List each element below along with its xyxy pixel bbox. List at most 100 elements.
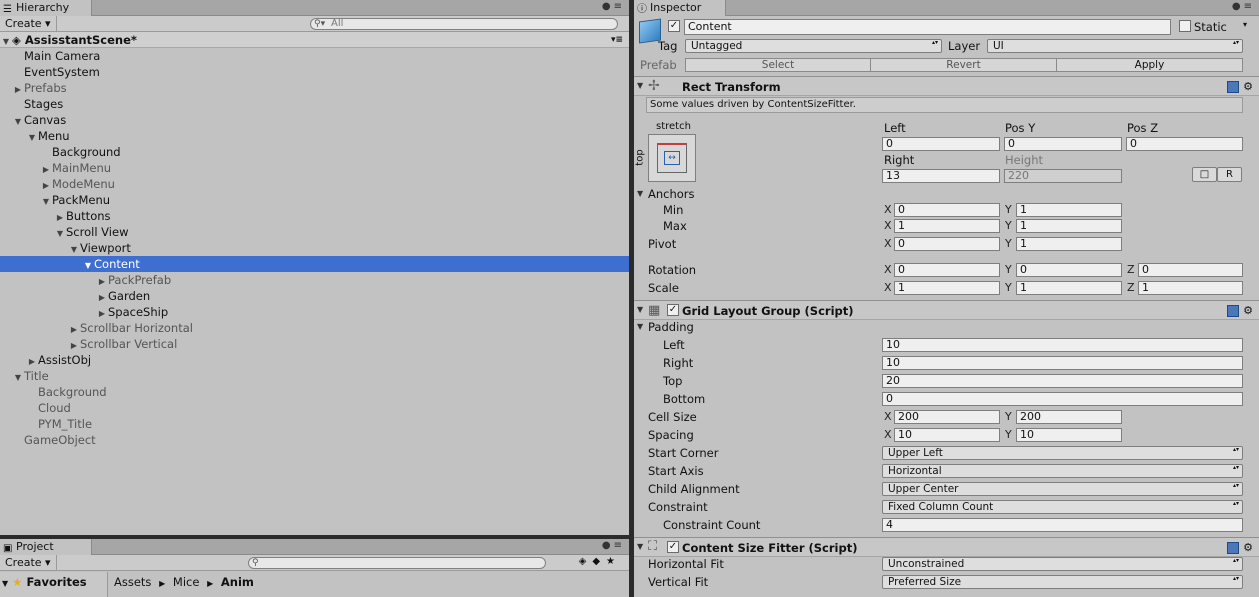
scene-menu-icon[interactable]: ▾≡ xyxy=(611,32,623,48)
right-field[interactable]: 13 xyxy=(882,169,1000,183)
rotation-y-field[interactable]: 0 xyxy=(1016,263,1122,277)
anchor-max-x-field[interactable]: 1 xyxy=(894,219,1000,233)
favorites-item[interactable]: ▼ ★ Favorites xyxy=(2,574,87,592)
hierarchy-item[interactable]: PYM_Title xyxy=(0,416,629,432)
blueprint-button[interactable]: □ xyxy=(1192,167,1217,182)
padding-left-field[interactable]: 10 xyxy=(882,338,1243,352)
raw-edit-button[interactable]: R xyxy=(1217,167,1242,182)
spacing-x-field[interactable]: 10 xyxy=(894,428,1000,442)
hierarchy-item-label: Prefabs xyxy=(24,81,67,95)
horizontal-fit-dropdown[interactable]: Unconstrained xyxy=(882,557,1243,571)
constraint-dropdown[interactable]: Fixed Column Count xyxy=(882,500,1243,514)
breadcrumb-item[interactable]: Assets xyxy=(114,575,151,589)
hierarchy-item[interactable]: Main Camera xyxy=(0,48,629,64)
anchor-preset-button[interactable]: ↔ xyxy=(648,134,696,182)
project-tab[interactable]: ▣ Project xyxy=(0,539,92,555)
child-alignment-dropdown[interactable]: Upper Center xyxy=(882,482,1243,496)
start-axis-dropdown[interactable]: Horizontal xyxy=(882,464,1243,478)
hierarchy-item[interactable]: GameObject xyxy=(0,432,629,448)
hierarchy-item[interactable]: ▶ MainMenu xyxy=(0,160,629,176)
hierarchy-tab[interactable]: ☰ Hierarchy xyxy=(0,0,92,16)
layer-label: Layer xyxy=(948,39,981,53)
posz-field[interactable]: 0 xyxy=(1126,137,1243,151)
prefab-revert-button[interactable]: Revert xyxy=(870,58,1057,72)
prefab-apply-button[interactable]: Apply xyxy=(1056,58,1243,72)
cell-size-y-field[interactable]: 200 xyxy=(1016,410,1122,424)
chevron-down-icon[interactable]: ▼ xyxy=(637,185,643,203)
vertical-fit-dropdown[interactable]: Preferred Size xyxy=(882,575,1243,589)
rotation-z-field[interactable]: 0 xyxy=(1138,263,1243,277)
hierarchy-item[interactable]: Cloud xyxy=(0,400,629,416)
static-checkbox[interactable] xyxy=(1179,20,1191,32)
hierarchy-item[interactable]: ▶ Scrollbar Vertical xyxy=(0,336,629,352)
hierarchy-item[interactable]: ▶ SpaceShip xyxy=(0,304,629,320)
active-checkbox[interactable]: ✓ xyxy=(668,20,680,32)
padding-bottom-field[interactable]: 0 xyxy=(882,392,1243,406)
rect-transform-header[interactable]: ▼ ✢ Rect Transform ⚙ xyxy=(634,76,1259,96)
chevron-down-icon[interactable]: ▼ xyxy=(637,318,643,336)
pivot-x-field[interactable]: 0 xyxy=(894,237,1000,251)
hierarchy-item[interactable]: EventSystem xyxy=(0,64,629,80)
breadcrumb-item[interactable]: Anim xyxy=(221,575,254,589)
grid-layout-header[interactable]: ▼ ▦ ✓ Grid Layout Group (Script) ⚙ xyxy=(634,300,1259,320)
filter-icons[interactable]: ◈◆★ xyxy=(579,556,621,567)
hierarchy-item[interactable]: ▼ Canvas xyxy=(0,112,629,128)
cell-size-x-field[interactable]: 200 xyxy=(894,410,1000,424)
hierarchy-search-input[interactable]: ⚲▾ All xyxy=(310,18,618,30)
component-help-gear-icons[interactable]: ⚙ xyxy=(1227,304,1253,317)
breadcrumb: Assets ▶ Mice ▶ Anim xyxy=(114,574,254,592)
tag-dropdown[interactable]: Untagged xyxy=(685,39,942,53)
hierarchy-item-label: ModeMenu xyxy=(52,177,115,191)
scene-row[interactable]: ▼ ◈ AssisstantScene* ▾≡ xyxy=(0,32,629,48)
panel-lock-menu-icon[interactable]: ●≡ xyxy=(1232,1,1255,12)
padding-top-field[interactable]: 20 xyxy=(882,374,1243,388)
anchor-max-y-field[interactable]: 1 xyxy=(1016,219,1122,233)
left-field[interactable]: 0 xyxy=(882,137,1000,151)
breadcrumb-item[interactable]: Mice xyxy=(173,575,200,589)
hierarchy-item[interactable]: Stages xyxy=(0,96,629,112)
hierarchy-item[interactable]: ▶ Garden xyxy=(0,288,629,304)
grid-layout-enabled-checkbox[interactable]: ✓ xyxy=(667,304,679,316)
prefab-select-button[interactable]: Select xyxy=(685,58,871,72)
inspector-tab[interactable]: ⓘ Inspector xyxy=(634,0,726,16)
hierarchy-item[interactable]: ▶ Prefabs xyxy=(0,80,629,96)
hierarchy-item[interactable]: Background xyxy=(0,384,629,400)
hierarchy-item[interactable]: ▶ Buttons xyxy=(0,208,629,224)
project-search-input[interactable]: ⚲ xyxy=(248,557,546,569)
anchor-min-y-field[interactable]: 1 xyxy=(1016,203,1122,217)
hierarchy-item[interactable]: ▶ PackPrefab xyxy=(0,272,629,288)
hierarchy-item[interactable]: ▶ AssistObj xyxy=(0,352,629,368)
panel-lock-menu-icon[interactable]: ●≡ xyxy=(602,540,625,551)
content-size-fitter-header[interactable]: ▼ ⛶ ✓ Content Size Fitter (Script) ⚙ xyxy=(634,537,1259,557)
static-dropdown-icon[interactable]: ▾ xyxy=(1243,20,1247,29)
hierarchy-item[interactable]: ▶ Scrollbar Horizontal xyxy=(0,320,629,336)
hierarchy-item[interactable]: ▼ Menu xyxy=(0,128,629,144)
padding-right-field[interactable]: 10 xyxy=(882,356,1243,370)
hierarchy-item[interactable]: ▼ Title xyxy=(0,368,629,384)
object-name-field[interactable]: Content xyxy=(684,19,1171,35)
project-create-button[interactable]: Create ▾ xyxy=(0,555,57,570)
scale-z-field[interactable]: 1 xyxy=(1138,281,1243,295)
hierarchy-item[interactable]: ▼ Scroll View xyxy=(0,224,629,240)
z-axis-label: Z xyxy=(1127,281,1135,294)
hierarchy-create-button[interactable]: Create ▾ xyxy=(0,16,57,31)
hierarchy-item[interactable]: ▶ ModeMenu xyxy=(0,176,629,192)
start-corner-dropdown[interactable]: Upper Left xyxy=(882,446,1243,460)
hierarchy-item[interactable]: ▼ Viewport xyxy=(0,240,629,256)
pivot-y-field[interactable]: 1 xyxy=(1016,237,1122,251)
hierarchy-item[interactable]: ▼ Content xyxy=(0,256,629,272)
hierarchy-item[interactable]: ▼ PackMenu xyxy=(0,192,629,208)
scale-y-field[interactable]: 1 xyxy=(1016,281,1122,295)
hierarchy-item[interactable]: Background xyxy=(0,144,629,160)
constraint-count-field[interactable]: 4 xyxy=(882,518,1243,532)
spacing-y-field[interactable]: 10 xyxy=(1016,428,1122,442)
panel-lock-menu-icon[interactable]: ●≡ xyxy=(602,1,625,12)
rotation-x-field[interactable]: 0 xyxy=(894,263,1000,277)
anchor-min-x-field[interactable]: 0 xyxy=(894,203,1000,217)
fitter-enabled-checkbox[interactable]: ✓ xyxy=(667,541,679,553)
scale-x-field[interactable]: 1 xyxy=(894,281,1000,295)
layer-dropdown[interactable]: UI xyxy=(987,39,1243,53)
component-help-gear-icons[interactable]: ⚙ xyxy=(1227,541,1253,554)
component-help-gear-icons[interactable]: ⚙ xyxy=(1227,80,1253,93)
posy-field[interactable]: 0 xyxy=(1004,137,1122,151)
